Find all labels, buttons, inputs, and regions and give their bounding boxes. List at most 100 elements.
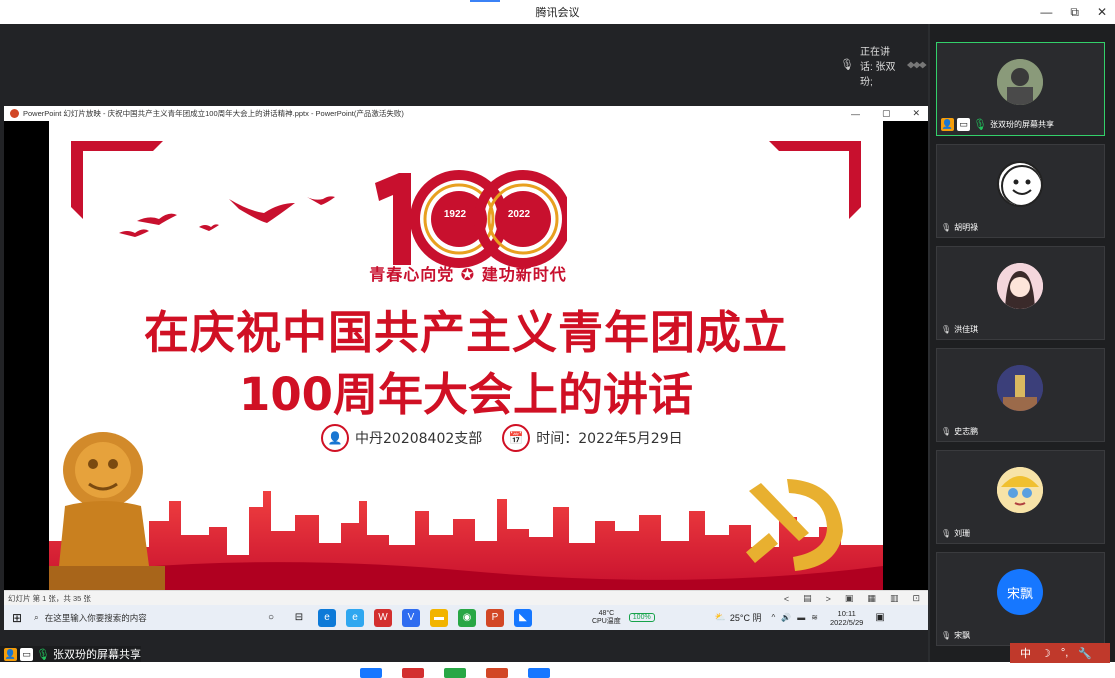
slide[interactable]: 1922 2022 青春心向党 ✪ 建功新时代 在庆祝中国共产主义青年团成立 1… bbox=[49, 121, 883, 590]
browser-icon[interactable]: e bbox=[346, 608, 364, 627]
ppt-titlebar: PowerPoint 幻灯片放映 - 庆祝中国共产主义青年团成立100周年大会上… bbox=[4, 106, 928, 121]
tencent-meeting-icon[interactable]: ◣ bbox=[514, 608, 532, 627]
participant-tile[interactable]: 🎙 胡明祿 bbox=[936, 144, 1105, 238]
screen-share-icon: ▭ bbox=[20, 647, 33, 661]
participant-name-row: 🎙 史志鹏 bbox=[941, 426, 978, 437]
normal-view-button[interactable]: ▣ bbox=[845, 593, 854, 604]
participant-avatar bbox=[997, 467, 1043, 513]
participant-name-row: 🎙 刘珊 bbox=[941, 528, 970, 539]
powerpoint-taskbar-icon[interactable]: P bbox=[486, 608, 504, 627]
avatar-initials: 宋飘 bbox=[1006, 585, 1033, 601]
wechat-icon[interactable]: ◉ bbox=[458, 608, 476, 627]
weather-text: 25°C 阴 bbox=[729, 613, 762, 623]
waveform-icon bbox=[907, 61, 928, 69]
anime-avatar-icon bbox=[997, 263, 1043, 309]
participant-tile[interactable]: 🎙 洪佳琪 bbox=[936, 246, 1105, 340]
mic-on-icon: 🎙 bbox=[36, 648, 50, 661]
slide-date: 时间：2022年5月29日 bbox=[536, 431, 683, 447]
cpu-label: CPU温度 bbox=[592, 617, 621, 625]
powerpoint-icon bbox=[10, 109, 19, 118]
taskbar-search[interactable]: ⌕ 在这里输入你要搜索的内容 bbox=[30, 605, 254, 630]
participant-name-row: 🎙 胡明祿 bbox=[941, 222, 978, 233]
mic-muted-icon: 🎙 bbox=[941, 529, 952, 538]
host-app-icon[interactable] bbox=[360, 668, 382, 678]
taskbar-clock[interactable]: 10:11 2022/5/29 bbox=[830, 609, 863, 627]
windows-start-icon[interactable]: ⊞ bbox=[4, 605, 30, 630]
participant-avatar bbox=[997, 263, 1043, 309]
ppt-title-text: PowerPoint 幻灯片放映 - 庆祝中国共产主义青年团成立100周年大会上… bbox=[23, 109, 404, 118]
participant-tile[interactable]: 🎙 刘珊 bbox=[936, 450, 1105, 544]
close-button[interactable]: ✕ bbox=[1097, 5, 1107, 19]
participant-avatar: 宋飘 bbox=[997, 569, 1043, 615]
notification-icon[interactable]: ▣ bbox=[875, 612, 884, 623]
participant-tile[interactable]: 宋飘 🎙 宋飘 bbox=[936, 552, 1105, 646]
participant-avatar bbox=[997, 161, 1043, 207]
battery-icon[interactable]: ▬ bbox=[797, 613, 805, 622]
cartoon-avatar-icon bbox=[997, 467, 1043, 513]
file-explorer-icon[interactable]: ▬ bbox=[430, 608, 448, 627]
participant-name: 刘珊 bbox=[954, 529, 971, 538]
user-icon: 👤 bbox=[321, 424, 349, 452]
slide-viewport[interactable]: 1922 2022 青春心向党 ✪ 建功新时代 在庆祝中国共产主义青年团成立 1… bbox=[4, 121, 928, 590]
taskbar-apps: ○ ⊟ e e W V ▬ ◉ P ◣ bbox=[262, 608, 532, 627]
participant-name: 宋飘 bbox=[954, 631, 971, 640]
tray-expand-icon[interactable]: ^ bbox=[772, 613, 776, 622]
search-icon: ⌕ bbox=[34, 612, 39, 622]
cortana-icon[interactable]: ○ bbox=[262, 609, 280, 627]
mic-muted-icon: 🎙 bbox=[941, 427, 952, 436]
host-app-icon[interactable] bbox=[402, 668, 424, 678]
reading-view-button[interactable]: ▥ bbox=[890, 593, 899, 604]
year-2022: 2022 bbox=[507, 209, 531, 220]
ime-toolbar[interactable]: 中 ☽ °, 🔧 bbox=[1010, 643, 1110, 663]
shared-screen-area: 🎙 正在讲话: 张双玢; PowerPoint 幻灯片放映 - 庆祝中国共产主义… bbox=[0, 24, 928, 662]
task-view-icon[interactable]: ⊟ bbox=[290, 609, 308, 627]
participant-name: 史志鹏 bbox=[954, 427, 979, 436]
window-controls: — ⧉ ✕ bbox=[1040, 0, 1107, 24]
participant-tile[interactable]: 🎙 史志鹏 bbox=[936, 348, 1105, 442]
moon-icon[interactable]: ☽ bbox=[1041, 647, 1051, 660]
restore-button[interactable]: ⧉ bbox=[1070, 5, 1079, 20]
slide-menu-button[interactable]: ▤ bbox=[803, 593, 812, 604]
volume-icon[interactable]: 🔊 bbox=[781, 613, 791, 622]
slide-slogan: 青春心向党 ✪ 建功新时代 bbox=[369, 265, 567, 284]
ppt-close-button[interactable]: ✕ bbox=[912, 108, 920, 119]
edge-icon[interactable]: e bbox=[318, 608, 336, 627]
cpu-temp: 48°C bbox=[598, 609, 615, 617]
participant-name: 张双玢的屏幕共享 bbox=[989, 120, 1054, 129]
presenter-view-button[interactable]: ⊡ bbox=[912, 593, 920, 604]
powerpoint-window: PowerPoint 幻灯片放映 - 庆祝中国共产主义青年团成立100周年大会上… bbox=[4, 106, 928, 630]
titlebar-accent bbox=[470, 0, 500, 2]
participant-tile[interactable]: 👤 ▭ 🎙 张双玢的屏幕共享 bbox=[936, 42, 1105, 136]
ime-language[interactable]: 中 bbox=[1020, 645, 1031, 661]
participant-avatar bbox=[997, 59, 1043, 105]
weather-widget[interactable]: ⛅ 25°C 阴 bbox=[715, 611, 762, 624]
participant-panel: 👤 ▭ 🎙 张双玢的屏幕共享 🎙 胡明祿 🎙 洪佳琪 🎙 史志鹏 🎙 刘珊 宋飘… bbox=[930, 24, 1115, 662]
mic-muted-icon: 🎙 bbox=[941, 325, 952, 334]
wifi-icon[interactable]: ≋ bbox=[811, 613, 818, 622]
punctuation-icon[interactable]: °, bbox=[1061, 647, 1068, 659]
sorter-view-button[interactable]: ▦ bbox=[867, 593, 876, 604]
participant-name-row: 👤 ▭ 🎙 张双玢的屏幕共享 bbox=[941, 118, 1054, 131]
ppt-maximize-button[interactable]: ▢ bbox=[882, 108, 891, 119]
wps-icon[interactable]: W bbox=[374, 608, 392, 627]
host-app-icon[interactable] bbox=[528, 668, 550, 678]
host-app-icon[interactable] bbox=[444, 668, 466, 678]
prev-slide-button[interactable]: < bbox=[784, 594, 789, 604]
host-app-icon[interactable] bbox=[486, 668, 508, 678]
ppt-minimize-button[interactable]: — bbox=[851, 109, 860, 119]
minimize-button[interactable]: — bbox=[1040, 5, 1052, 19]
system-tray: ^ 🔊 ▬ ≋ bbox=[772, 613, 818, 622]
clock-time: 10:11 bbox=[837, 608, 856, 618]
next-slide-button[interactable]: > bbox=[826, 594, 831, 604]
slide-counter: 幻灯片 第 1 张，共 35 张 bbox=[8, 593, 91, 603]
screen-share-icon: ▭ bbox=[957, 118, 970, 131]
cpu-monitor: 48°C CPU温度 bbox=[592, 610, 621, 626]
mic-on-icon: 🎙 bbox=[973, 119, 987, 131]
party-emblem bbox=[746, 479, 843, 571]
year-1922: 1922 bbox=[443, 209, 467, 220]
app-v-icon[interactable]: V bbox=[402, 608, 420, 627]
share-status-strip: 👤 ▭ 🎙 张双玢的屏幕共享 bbox=[0, 646, 141, 662]
participant-name: 胡明祿 bbox=[954, 223, 979, 232]
clock-date: 2022/5/29 bbox=[829, 617, 864, 627]
wrench-icon[interactable]: 🔧 bbox=[1078, 647, 1092, 660]
